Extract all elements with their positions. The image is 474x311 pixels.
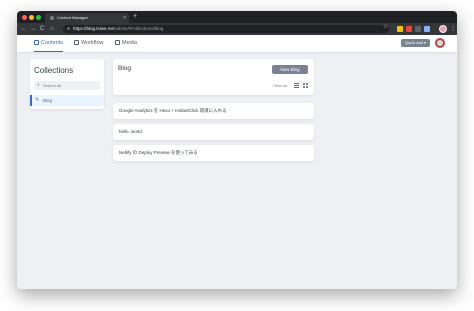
close-window-button[interactable] [22, 15, 27, 20]
view-as-label: View as: [273, 83, 289, 88]
entry-card[interactable]: hello, world [113, 124, 314, 140]
entry-title: Google Analytics を Hexo + InstantClick 環… [119, 108, 227, 113]
contents-icon [34, 40, 39, 46]
nav-contents[interactable]: Contents [34, 35, 64, 52]
nav-contents-label: Contents [41, 40, 64, 46]
back-button[interactable]: ← [21, 24, 27, 34]
sidebar-title: Collections [34, 66, 74, 75]
url-host: https://blog.tsiwe.me [73, 26, 115, 31]
collection-header: Blog New Blog View as: [113, 59, 314, 95]
browser-tab[interactable]: Content Manager × [45, 13, 129, 23]
new-entry-button[interactable]: New Blog [272, 65, 308, 74]
nav-media-label: Media [122, 40, 137, 46]
sidebar-item-blog[interactable]: ✎ Blog [30, 95, 104, 106]
grid-view-icon[interactable] [302, 82, 309, 89]
sidebar-item-label: Blog [43, 98, 53, 103]
list-view-icon[interactable] [293, 82, 300, 89]
tab-bar: Content Manager × + [17, 11, 457, 23]
browser-menu-icon[interactable]: ⋮ [450, 24, 456, 34]
url-text: https://blog.tsiwe.me/admin/#/collection… [73, 25, 163, 33]
home-button[interactable]: ⌂ [50, 24, 54, 34]
media-icon [115, 40, 120, 46]
extension-icon[interactable] [415, 26, 421, 32]
profile-icon[interactable] [439, 25, 447, 33]
address-bar[interactable]: ● https://blog.tsiwe.me/admin/#/collecti… [63, 25, 389, 33]
entry-card[interactable]: Google Analytics を Hexo + InstantClick 環… [113, 103, 314, 119]
workflow-icon [74, 40, 79, 46]
avatar[interactable] [435, 38, 445, 48]
nav-media[interactable]: Media [115, 35, 137, 52]
collections-sidebar: Collections ⌕ ✎ Blog [30, 59, 104, 109]
extension-icon[interactable] [424, 26, 430, 32]
maximize-window-button[interactable] [36, 15, 41, 20]
search-icon: ⌕ [37, 82, 40, 88]
quick-add-button[interactable]: Quick add ▾ [401, 39, 430, 47]
entry-title: hello, world [119, 129, 142, 134]
entry-card[interactable]: Netlify の Deploy Preview を使ってみる [113, 145, 314, 161]
collection-icon: ✎ [35, 97, 40, 103]
bookmark-star-icon[interactable]: ☆ [383, 23, 388, 31]
search-input[interactable] [43, 82, 98, 89]
browser-window: Content Manager × + ← → C ⌂ ● https://bl… [17, 11, 457, 289]
lock-icon: ● [67, 26, 71, 32]
entry-title: Netlify の Deploy Preview を使ってみる [119, 150, 198, 155]
extension-icon[interactable] [397, 26, 403, 32]
tab-close-icon[interactable]: × [123, 14, 126, 22]
url-path: /admin/#/collections/blog [114, 26, 164, 31]
reload-button[interactable]: C [40, 24, 44, 34]
collection-title: Blog [118, 65, 132, 72]
favicon-icon [50, 16, 54, 20]
extension-icon[interactable] [406, 26, 412, 32]
new-tab-button[interactable]: + [133, 12, 137, 22]
forward-button[interactable]: → [30, 24, 36, 34]
nav-workflow[interactable]: Workflow [74, 35, 104, 52]
tab-title: Content Manager [57, 15, 88, 20]
search-box[interactable]: ⌕ [34, 81, 100, 90]
app-header: Contents Workflow Media Quick add ▾ [17, 35, 457, 52]
minimize-window-button[interactable] [29, 15, 34, 20]
browser-toolbar: ← → C ⌂ ● https://blog.tsiwe.me/admin/#/… [17, 23, 457, 35]
nav-workflow-label: Workflow [81, 40, 104, 46]
